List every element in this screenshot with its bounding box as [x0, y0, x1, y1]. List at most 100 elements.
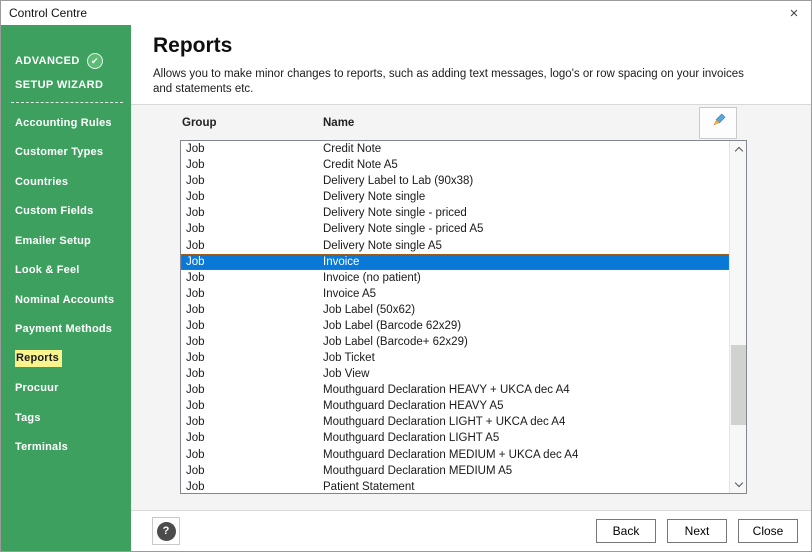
sidebar-item-label: Tags	[15, 411, 41, 424]
next-button[interactable]: Next	[667, 519, 727, 543]
sidebar-item-tags[interactable]: Tags	[1, 403, 131, 433]
report-group-cell: Job	[186, 191, 205, 204]
report-group-cell: Job	[186, 207, 205, 220]
sidebar-item-label: Custom Fields	[15, 205, 94, 218]
report-name-cell: Job Label (Barcode+ 62x29)	[323, 335, 468, 348]
scroll-up-icon[interactable]	[730, 141, 746, 158]
report-group-cell: Job	[186, 400, 205, 413]
help-button[interactable]: ?	[152, 517, 180, 545]
pencil-icon	[710, 112, 727, 134]
report-row[interactable]: Job Invoice (no patient)	[181, 270, 729, 286]
report-group-cell: Job	[186, 223, 205, 236]
report-name-cell: Mouthguard Declaration HEAVY + UKCA dec …	[323, 384, 570, 397]
report-group-cell: Job	[186, 287, 205, 300]
report-row[interactable]: Job Job Label (50x62)	[181, 302, 729, 318]
close-button[interactable]: Close	[738, 519, 798, 543]
report-row[interactable]: Job Mouthguard Declaration HEAVY + UKCA d…	[181, 382, 729, 398]
sidebar-item-procuur[interactable]: Procuur	[1, 374, 131, 404]
sidebar-item-label: Nominal Accounts	[15, 293, 115, 306]
sidebar-item-label: Terminals	[15, 441, 68, 454]
report-group-cell: Job	[186, 143, 205, 156]
report-row[interactable]: Job Credit Note	[181, 141, 729, 157]
wizard-header: ADVANCED ✔	[1, 52, 131, 70]
report-name-cell: Delivery Label to Lab (90x38)	[323, 175, 474, 188]
report-list[interactable]: Job Credit Note Job Credit Note A5 Job Delive…	[180, 140, 747, 494]
report-group-cell: Job	[186, 416, 205, 429]
report-group-cell: Job	[186, 464, 205, 477]
report-row[interactable]: Job Job View	[181, 366, 729, 382]
sidebar-item-reports[interactable]: Reports	[1, 344, 131, 374]
report-name-cell: Credit Note A5	[323, 159, 398, 172]
report-row[interactable]: Job Job Ticket	[181, 350, 729, 366]
report-group-cell: Job	[186, 255, 205, 268]
column-header-name: Name	[323, 117, 355, 129]
report-row[interactable]: Job Delivery Note single - priced	[181, 205, 729, 221]
report-row[interactable]: Job Delivery Note single A5	[181, 237, 729, 253]
sidebar-item-label: Reports	[15, 350, 62, 368]
sidebar-item-custom-fields[interactable]: Custom Fields	[1, 197, 131, 227]
sidebar-item-accounting-rules[interactable]: Accounting Rules	[1, 108, 131, 138]
report-name-cell: Invoice	[323, 255, 360, 268]
sidebar-item-emailer-setup[interactable]: Emailer Setup	[1, 226, 131, 256]
report-name-cell: Mouthguard Declaration LIGHT A5	[323, 432, 500, 445]
report-group-cell: Job	[186, 175, 205, 188]
help-icon: ?	[156, 521, 176, 541]
report-name-cell: Mouthguard Declaration MEDIUM + UKCA dec…	[323, 448, 579, 461]
report-name-cell: Mouthguard Declaration MEDIUM A5	[323, 464, 513, 477]
sidebar-item-customer-types[interactable]: Customer Types	[1, 138, 131, 168]
report-name-cell: Delivery Note single	[323, 191, 426, 204]
report-row[interactable]: Job Mouthguard Declaration LIGHT + UKCA d…	[181, 414, 729, 430]
vertical-scrollbar[interactable]	[729, 141, 746, 493]
scroll-down-icon[interactable]	[730, 476, 746, 493]
report-row[interactable]: Job Mouthguard Declaration MEDIUM + UKCA …	[181, 446, 729, 462]
report-group-cell: Job	[186, 352, 205, 365]
sidebar-item-payment-methods[interactable]: Payment Methods	[1, 315, 131, 345]
report-group-cell: Job	[186, 368, 205, 381]
report-group-cell: Job	[186, 271, 205, 284]
scrollbar-thumb[interactable]	[731, 345, 746, 425]
column-header-group: Group	[182, 117, 217, 129]
report-row[interactable]: Job Job Label (Barcode+ 62x29)	[181, 334, 729, 350]
report-row[interactable]: Job Credit Note A5	[181, 157, 729, 173]
report-name-cell: Delivery Note single - priced	[323, 207, 467, 220]
sidebar-item-look-feel[interactable]: Look & Feel	[1, 256, 131, 286]
page-title: Reports	[153, 34, 233, 57]
report-row[interactable]: Job Invoice A5	[181, 286, 729, 302]
close-icon[interactable]: ×	[777, 1, 811, 25]
sidebar-item-label: Look & Feel	[15, 264, 80, 277]
report-group-cell: Job	[186, 303, 205, 316]
sidebar: ADVANCED ✔ SETUP WIZARD Accounting Rules…	[1, 25, 131, 551]
edit-report-button[interactable]	[699, 107, 737, 139]
report-row[interactable]: Job Job Label (Barcode 62x29)	[181, 318, 729, 334]
report-name-cell: Job Label (50x62)	[323, 303, 416, 316]
report-name-cell: Delivery Note single - priced A5	[323, 223, 484, 236]
report-row[interactable]: Job Mouthguard Declaration HEAVY A5	[181, 398, 729, 414]
sidebar-item-label: Payment Methods	[15, 323, 113, 336]
sidebar-item-label: Accounting Rules	[15, 116, 112, 129]
column-headers: Group Name	[131, 105, 811, 139]
report-name-cell: Invoice (no patient)	[323, 271, 421, 284]
report-group-cell: Job	[186, 448, 205, 461]
sidebar-item-nominal-accounts[interactable]: Nominal Accounts	[1, 285, 131, 315]
sidebar-item-terminals[interactable]: Terminals	[1, 433, 131, 463]
report-name-cell: Mouthguard Declaration HEAVY A5	[323, 400, 504, 413]
advanced-label: ADVANCED	[15, 55, 80, 67]
sidebar-item-countries[interactable]: Countries	[1, 167, 131, 197]
report-row[interactable]: Job Patient Statement	[181, 479, 729, 493]
control-centre-window: Control Centre × ADVANCED ✔ SETUP WIZARD…	[0, 0, 812, 552]
sidebar-item-label: Procuur	[15, 382, 59, 395]
report-name-cell: Job Label (Barcode 62x29)	[323, 319, 462, 332]
report-row[interactable]: Job Mouthguard Declaration MEDIUM A5	[181, 463, 729, 479]
report-name-cell: Credit Note	[323, 143, 382, 156]
report-group-cell: Job	[186, 319, 205, 332]
report-row[interactable]: Job Mouthguard Declaration LIGHT A5	[181, 430, 729, 446]
footer-buttons: Back Next Close	[596, 519, 798, 543]
back-button[interactable]: Back	[596, 519, 656, 543]
report-name-cell: Mouthguard Declaration LIGHT + UKCA dec …	[323, 416, 566, 429]
report-row[interactable]: Job Delivery Label to Lab (90x38)	[181, 173, 729, 189]
report-row[interactable]: Job Invoice	[181, 253, 729, 270]
report-row[interactable]: Job Delivery Note single - priced A5	[181, 221, 729, 237]
report-name-cell: Job View	[323, 368, 370, 381]
title-bar: Control Centre ×	[1, 1, 811, 25]
report-row[interactable]: Job Delivery Note single	[181, 189, 729, 205]
